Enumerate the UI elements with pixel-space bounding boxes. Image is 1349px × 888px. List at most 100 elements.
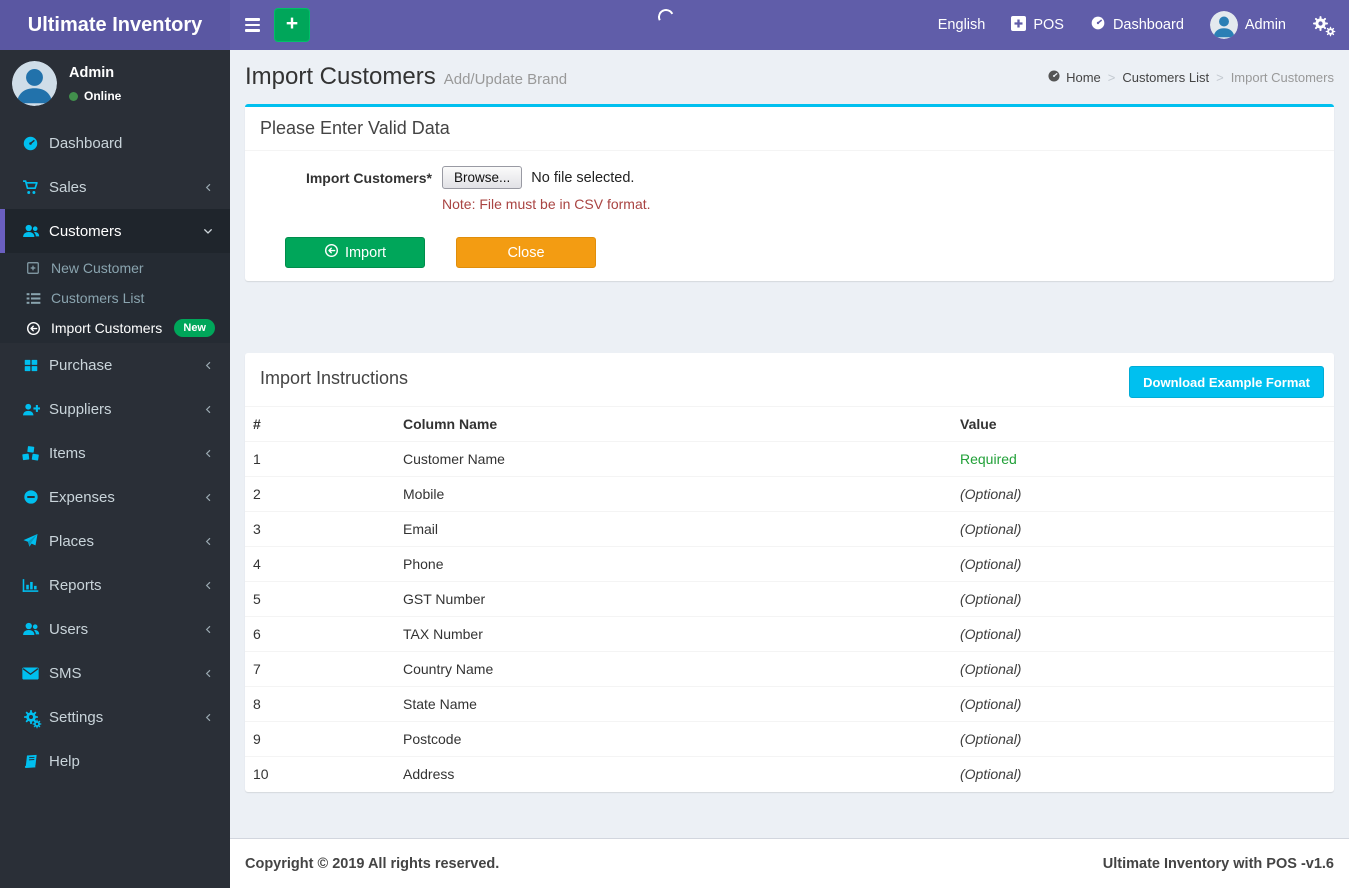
column-header-num: # (245, 406, 395, 442)
close-button[interactable]: Close (456, 237, 596, 268)
sidebar-item-suppliers[interactable]: Suppliers (0, 387, 230, 431)
plus-icon: + (285, 12, 299, 35)
avatar (12, 61, 57, 106)
dashboard-label: Dashboard (1112, 17, 1184, 33)
envelope-icon (21, 666, 40, 680)
chevron-left-icon (203, 492, 214, 503)
users-icon (21, 621, 40, 637)
copyright-text: Copyright © 2019 All rights reserved. (245, 855, 500, 872)
pos-link[interactable]: POS (998, 0, 1077, 50)
gauge-icon (1047, 69, 1061, 86)
breadcrumb-separator: > (1216, 69, 1224, 85)
language-menu[interactable]: English (925, 0, 999, 50)
page-title: Import Customers Add/Update Brand (245, 63, 568, 90)
sidebar-item-import-customers[interactable]: Import Customers New (0, 313, 230, 343)
sidebar-item-reports[interactable]: Reports (0, 563, 230, 607)
minus-circle-icon (21, 489, 40, 505)
sidebar-item-users[interactable]: Users (0, 607, 230, 651)
quick-add-button[interactable]: + (274, 8, 310, 42)
sidebar-item-label: New Customer (51, 260, 144, 276)
online-status-label: Online (84, 89, 122, 103)
user-menu[interactable]: Admin (1197, 0, 1299, 50)
sidebar-item-items[interactable]: Items (0, 431, 230, 475)
gauge-icon (1090, 15, 1106, 35)
optional-value: (Optional) (952, 581, 1334, 617)
main-footer: Copyright © 2019 All rights reserved. Ul… (230, 838, 1349, 888)
breadcrumb-separator: > (1107, 69, 1116, 85)
sidebar-item-label: SMS (49, 664, 82, 682)
browse-file-button[interactable]: Browse... (442, 166, 523, 189)
version-text: Ultimate Inventory with POS -v1.6 (1102, 855, 1334, 872)
customers-submenu: New Customer Customers List Import Custo… (0, 253, 230, 343)
csv-format-note: Note: File must be in CSV format. (442, 196, 651, 212)
sidebar-item-label: Items (49, 444, 86, 462)
table-row: 5 GST Number (Optional) (245, 581, 1334, 617)
optional-value: (Optional) (952, 651, 1334, 687)
main-content: Import Customers Add/Update Brand Home > … (230, 50, 1349, 838)
grid-icon (21, 358, 40, 373)
pos-label: POS (1033, 17, 1064, 33)
chevron-down-icon (202, 225, 214, 237)
new-badge: New (174, 319, 215, 337)
navbar-right-menu: English POS Dashboard Admin (925, 0, 1349, 50)
breadcrumb: Home > Customers List > Import Customers (1047, 69, 1334, 86)
sidebar-item-sms[interactable]: SMS (0, 651, 230, 695)
optional-value: (Optional) (952, 616, 1334, 652)
sidebar-item-places[interactable]: Places (0, 519, 230, 563)
user-plus-icon (21, 402, 40, 417)
table-row: 2 Mobile (Optional) (245, 476, 1334, 512)
sidebar-item-new-customer[interactable]: New Customer (0, 253, 230, 283)
required-value: Required (952, 441, 1334, 477)
sidebar-item-label: Import Customers (51, 320, 163, 336)
hamburger-icon (245, 18, 260, 21)
breadcrumb-customers-list[interactable]: Customers List (1122, 70, 1209, 85)
sidebar-item-dashboard[interactable]: Dashboard (0, 121, 230, 165)
page-subtitle: Add/Update Brand (443, 71, 568, 88)
sidebar-item-label: Expenses (49, 488, 115, 506)
import-customers-field-label: Import Customers* (305, 170, 432, 186)
column-header-name: Column Name (395, 406, 952, 442)
dashboard-link[interactable]: Dashboard (1077, 0, 1197, 50)
chevron-left-icon (203, 536, 214, 547)
chevron-left-icon (203, 712, 214, 723)
sidebar-item-expenses[interactable]: Expenses (0, 475, 230, 519)
sidebar-item-settings[interactable]: Settings (0, 695, 230, 739)
sidebar-item-label: Dashboard (49, 134, 123, 152)
sidebar-item-help[interactable]: Help (0, 739, 230, 783)
sidebar-item-label: Purchase (49, 356, 113, 374)
navbar-main: + English POS Dashboard Admin (230, 0, 1349, 50)
bar-chart-icon (21, 578, 40, 593)
cubes-icon (21, 445, 40, 461)
download-example-format-button[interactable]: Download Example Format (1129, 366, 1324, 398)
table-row: 7 Country Name (Optional) (245, 651, 1334, 687)
sidebar-item-label: Settings (49, 708, 104, 726)
table-row: 1 Customer Name Required (245, 441, 1334, 477)
import-button[interactable]: Import (285, 237, 425, 268)
sidebar-item-customers[interactable]: Customers (0, 209, 230, 253)
gears-icon (21, 707, 42, 729)
cart-icon (21, 179, 40, 196)
sidebar-item-customers-list[interactable]: Customers List (0, 283, 230, 313)
table-row: 9 Postcode (Optional) (245, 721, 1334, 757)
paper-plane-icon (21, 533, 40, 549)
import-arrow-circle-icon (324, 243, 339, 262)
sidebar-item-purchase[interactable]: Purchase (0, 343, 230, 387)
sidebar-toggle-button[interactable] (230, 0, 274, 50)
optional-value: (Optional) (952, 721, 1334, 757)
sidebar-item-label: Sales (49, 178, 87, 196)
list-icon (25, 292, 41, 305)
sidebar-item-sales[interactable]: Sales (0, 165, 230, 209)
chevron-left-icon (203, 360, 214, 371)
chevron-left-icon (203, 624, 214, 635)
users-icon (21, 223, 40, 239)
sidebar: Admin Online Dashboard Sales Customers N… (0, 50, 230, 888)
breadcrumb-current: Import Customers (1230, 69, 1334, 85)
content-header: Import Customers Add/Update Brand Home > … (245, 63, 1334, 91)
sidebar-item-label: Places (49, 532, 95, 550)
sidebar-item-label: Customers (49, 222, 122, 240)
breadcrumb-home[interactable]: Home (1047, 69, 1101, 86)
settings-menu[interactable] (1299, 0, 1349, 50)
sidebar-item-label: Users (49, 620, 89, 638)
sidebar-item-label: Suppliers (49, 400, 112, 418)
brand-logo[interactable]: Ultimate Inventory (0, 0, 230, 50)
